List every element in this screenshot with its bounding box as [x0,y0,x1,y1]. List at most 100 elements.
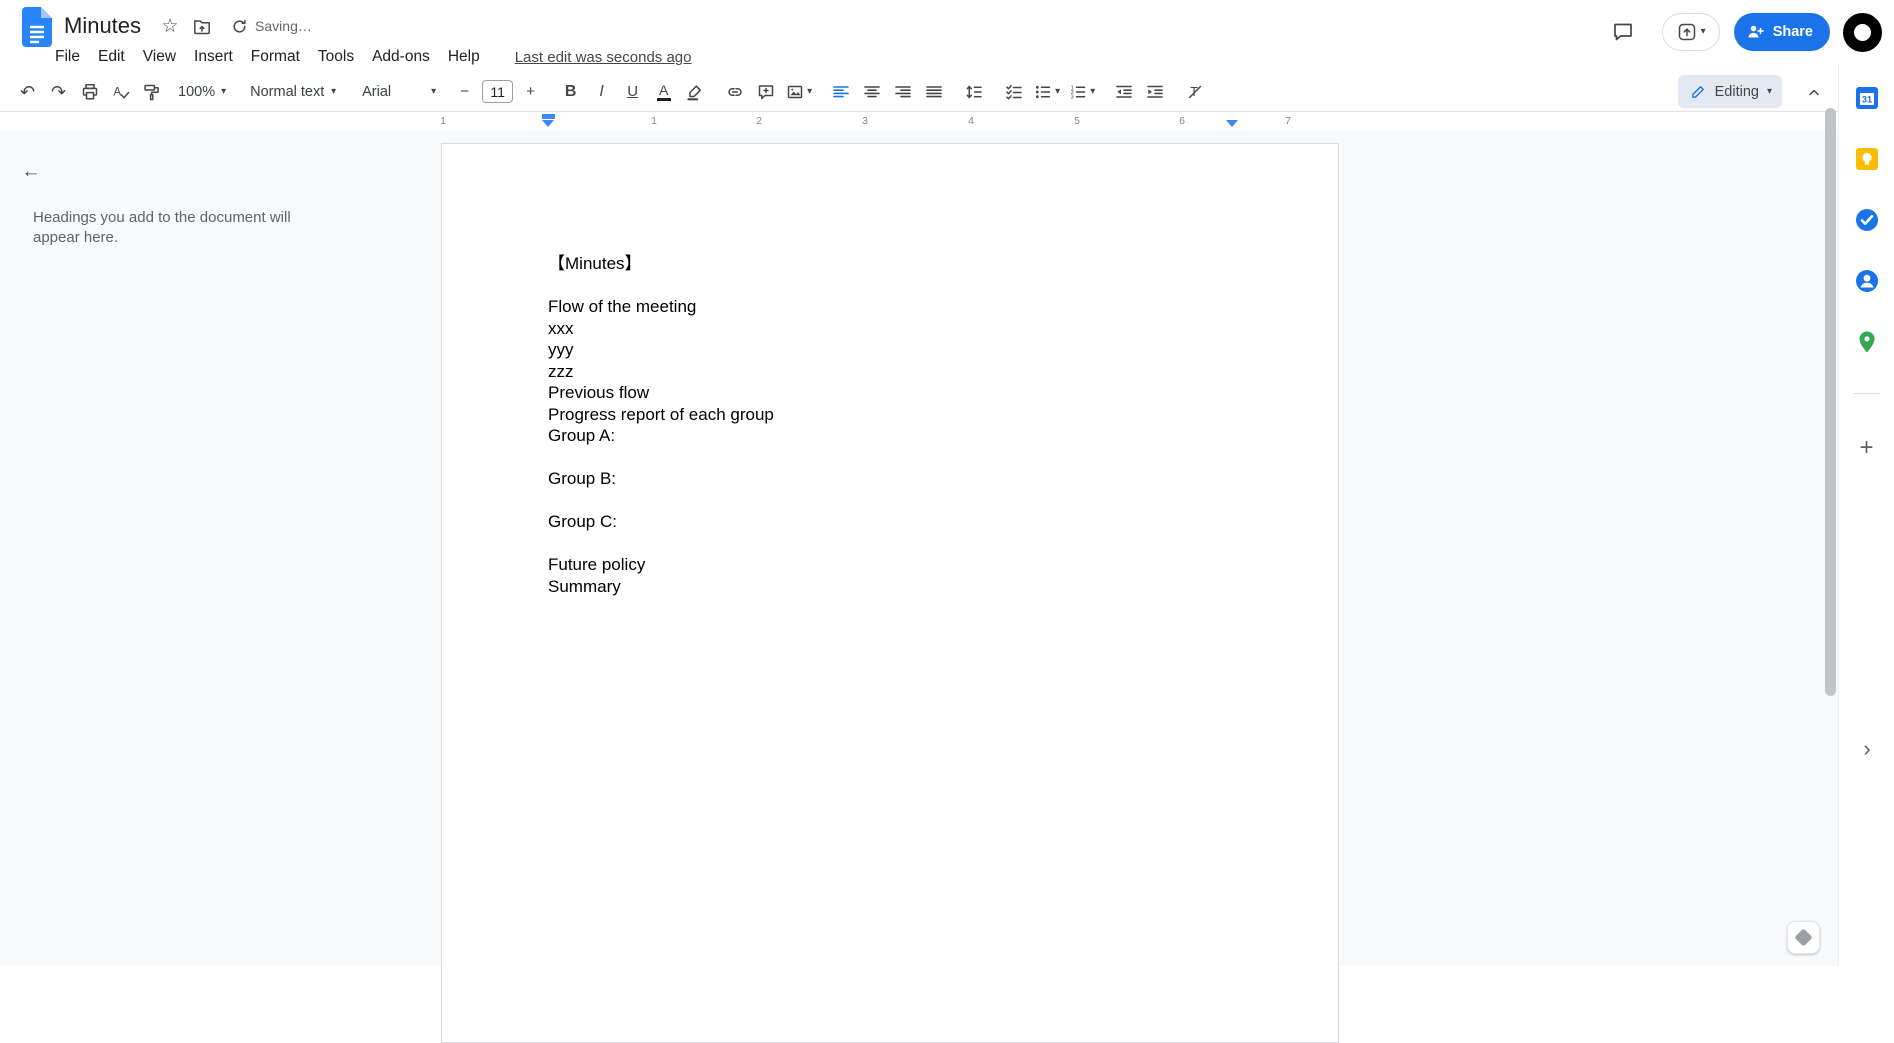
saving-status[interactable]: Saving… [225,11,318,41]
menu-edit[interactable]: Edit [89,44,134,70]
bold-button[interactable]: B [556,77,585,106]
line-spacing-icon [966,85,982,98]
bulleted-list-icon [1036,85,1051,98]
doc-line[interactable] [548,490,1248,512]
add-comment-button[interactable] [751,77,780,106]
doc-line[interactable]: Summary [548,576,1248,598]
doc-line[interactable]: xxx [548,318,1248,340]
keep-button[interactable] [1853,145,1881,173]
document-page[interactable]: 【Minutes】 Flow of the meeting xxx yyy zz… [441,143,1339,1043]
doc-line[interactable] [548,533,1248,555]
spellcheck-button[interactable]: A [106,77,135,106]
google-docs-logo-icon[interactable] [22,7,52,47]
paint-format-button[interactable] [137,77,166,106]
text-color-button[interactable]: A [649,77,678,106]
doc-line[interactable]: 【Minutes】 [548,253,1248,275]
doc-line[interactable]: Previous flow [548,382,1248,404]
document-text[interactable]: 【Minutes】 Flow of the meeting xxx yyy zz… [442,144,1338,597]
paragraph-styles-select[interactable]: Normal text ▾ [243,77,343,106]
doc-line[interactable] [548,447,1248,469]
decrease-indent-button[interactable] [1109,77,1138,106]
doc-line[interactable]: yyy [548,339,1248,361]
undo-button[interactable]: ↶ [13,77,42,106]
ruler-label: 2 [756,115,762,127]
doc-line[interactable]: Progress report of each group [548,404,1248,426]
align-center-button[interactable] [857,77,886,106]
bulleted-list-button[interactable]: ▾ [1030,77,1063,106]
line-spacing-button[interactable] [959,77,988,106]
first-line-indent-marker[interactable] [542,114,555,119]
clear-formatting-button[interactable]: T [1180,77,1209,106]
doc-line[interactable]: Group B: [548,468,1248,490]
doc-line[interactable]: Group C: [548,511,1248,533]
menubar: File Edit View Insert Format Tools Add-o… [46,44,691,70]
menu-tools[interactable]: Tools [309,44,363,70]
checklist-button[interactable] [999,77,1028,106]
printer-icon [82,83,97,100]
close-outline-button[interactable]: ← [14,154,48,188]
hanging-indent-marker[interactable] [542,119,554,127]
minus-icon: − [460,83,469,100]
vertical-scrollbar[interactable] [1825,106,1836,966]
menu-file[interactable]: File [46,44,89,70]
insert-image-button[interactable]: ▾ [782,77,815,106]
plus-icon: + [526,83,535,100]
doc-line[interactable]: Group A: [548,425,1248,447]
move-to-folder-button[interactable] [187,11,217,41]
get-addons-button[interactable]: + [1853,434,1881,462]
comment-bubble-icon [1613,23,1632,41]
document-title[interactable]: Minutes [60,11,145,41]
calendar-button[interactable]: 31 [1853,84,1881,112]
chevron-right-icon: › [1863,736,1871,761]
last-edit-link[interactable]: Last edit was seconds ago [515,49,692,66]
increase-indent-button[interactable] [1140,77,1169,106]
menu-addons[interactable]: Add-ons [363,44,439,70]
account-avatar[interactable] [1843,12,1882,52]
editing-mode-label: Editing [1714,83,1759,100]
scrollbar-thumb[interactable] [1825,108,1836,696]
editing-mode-select[interactable]: Editing ▾ [1677,75,1782,108]
decrease-font-size-button[interactable]: − [450,77,479,106]
numbered-list-button[interactable]: 1 2 3 ▾ [1065,77,1098,106]
pencil-icon [1691,86,1704,98]
star-button[interactable]: ☆ [155,11,185,41]
print-button[interactable] [75,77,104,106]
zoom-select[interactable]: 100% ▾ [171,77,233,106]
doc-line[interactable] [548,275,1248,297]
menu-format[interactable]: Format [242,44,309,70]
caret-down-icon: ▾ [1090,85,1096,97]
caret-down-icon: ▾ [431,85,437,97]
align-left-button[interactable] [826,77,855,106]
present-button[interactable]: ▾ [1661,13,1720,51]
align-justify-button[interactable] [919,77,948,106]
right-indent-marker[interactable] [1226,119,1238,127]
open-comment-history-button[interactable] [1602,11,1644,53]
highlighter-icon [687,84,701,100]
contacts-button[interactable] [1853,267,1881,295]
doc-line[interactable]: zzz [548,361,1248,383]
ruler-label: 7 [1285,115,1291,127]
hide-side-panel-button[interactable]: › [1852,734,1882,764]
hide-menus-button[interactable] [1799,77,1829,107]
share-button[interactable]: Share [1733,13,1830,51]
align-right-button[interactable] [888,77,917,106]
doc-line[interactable]: Future policy [548,554,1248,576]
insert-link-button[interactable] [720,77,749,106]
highlight-color-button[interactable] [680,77,709,106]
increase-font-size-button[interactable]: + [516,77,545,106]
left-indent-marker[interactable] [542,114,555,127]
menu-insert[interactable]: Insert [185,44,242,70]
underline-button[interactable]: U [618,77,647,106]
maps-button[interactable] [1853,328,1881,356]
align-left-icon [832,85,849,97]
menu-help[interactable]: Help [439,44,489,70]
italic-button[interactable]: I [587,77,616,106]
font-family-select[interactable]: Arial ▾ [355,77,443,106]
caret-down-icon: ▾ [1700,26,1706,37]
redo-button[interactable]: ↷ [44,77,73,106]
doc-line[interactable]: Flow of the meeting [548,296,1248,318]
tasks-button[interactable] [1853,206,1881,234]
explore-button[interactable] [1787,921,1820,954]
menu-view[interactable]: View [134,44,185,70]
font-size-input[interactable] [482,80,514,103]
